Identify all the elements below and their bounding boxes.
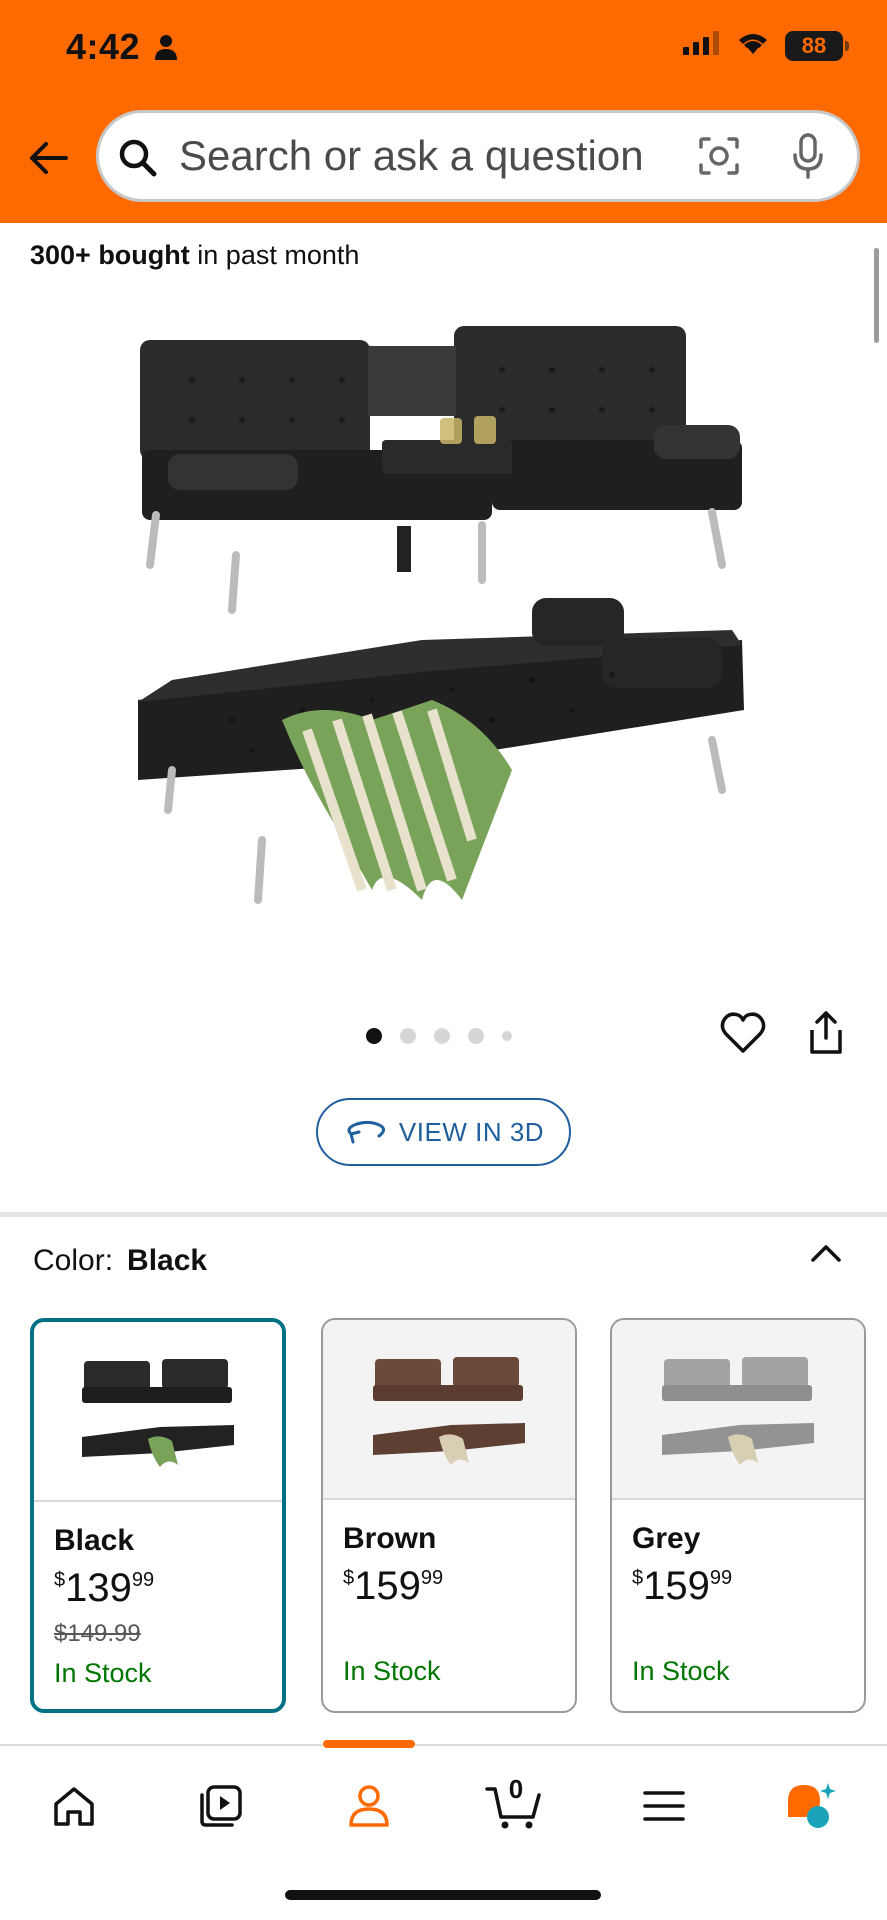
camera-icon[interactable]	[697, 135, 741, 182]
home-icon[interactable]	[44, 1776, 104, 1836]
option-price: $13999	[54, 1568, 282, 1608]
wifi-icon	[735, 30, 771, 61]
price-currency: $	[632, 1567, 644, 1589]
back-arrow-icon	[30, 142, 68, 174]
view-in-3d-label: VIEW IN 3D	[398, 1116, 545, 1147]
color-option-grey[interactable]: Grey $15999 In Stock	[610, 1318, 866, 1713]
option-was-price: $149.99	[54, 1620, 141, 1647]
price-cents: 99	[131, 1569, 155, 1591]
battery-icon: 88	[785, 30, 849, 61]
sofa-bed-illustration	[138, 326, 744, 904]
bought-count-bold: 300+ bought	[30, 240, 190, 270]
price-whole: 139	[65, 1566, 132, 1610]
rufus-icon[interactable]	[780, 1776, 840, 1836]
bought-count-suffix: in past month	[189, 240, 360, 270]
pagination-dot[interactable]	[468, 1028, 484, 1044]
cart-icon[interactable]: 0	[484, 1774, 544, 1836]
scrollbar[interactable]	[874, 248, 879, 343]
option-name: Brown	[343, 1522, 437, 1555]
view-in-3d-button[interactable]: VIEW IN 3D	[316, 1098, 571, 1166]
price-whole: 159	[354, 1564, 421, 1608]
option-stock: In Stock	[343, 1656, 441, 1686]
search-bar[interactable]	[96, 110, 860, 202]
swatch-thumbnail	[34, 1322, 282, 1502]
app-header: 4:42 88	[0, 0, 887, 223]
option-was-price	[632, 1618, 864, 1646]
pagination-dot[interactable]	[366, 1028, 382, 1044]
color-selector-header: Color: Black	[33, 1244, 207, 1278]
section-divider	[0, 1212, 887, 1217]
share-icon[interactable]	[808, 1010, 844, 1061]
search-icon	[117, 137, 159, 184]
price-cents: 99	[709, 1567, 733, 1589]
option-price: $15999	[343, 1566, 575, 1606]
price-whole: 159	[643, 1564, 710, 1608]
option-name: Black	[54, 1524, 135, 1557]
cellular-signal-icon	[683, 31, 721, 60]
active-tab-indicator	[323, 1740, 415, 1748]
search-input[interactable]	[179, 123, 699, 189]
account-icon[interactable]	[339, 1776, 399, 1836]
pagination-dot[interactable]	[400, 1028, 416, 1044]
option-stock: In Stock	[632, 1656, 730, 1686]
color-option-black[interactable]: Black $13999 $149.99 In Stock	[30, 1318, 286, 1713]
rotate-3d-icon	[347, 1120, 385, 1144]
selected-color: Black	[127, 1244, 208, 1277]
status-icons: 88	[683, 30, 849, 61]
chevron-up-icon[interactable]	[808, 1240, 844, 1273]
bought-count-text: 300+ bought in past month	[30, 240, 359, 271]
pagination-dot[interactable]	[434, 1028, 450, 1044]
status-time: 4:42	[66, 26, 141, 67]
swatch-thumbnail	[612, 1320, 864, 1500]
price-currency: $	[343, 1567, 355, 1589]
person-icon	[154, 34, 178, 65]
price-cents: 99	[420, 1567, 444, 1589]
home-indicator[interactable]	[285, 1890, 601, 1900]
option-name: Grey	[632, 1522, 701, 1555]
pagination-dot[interactable]	[502, 1031, 512, 1041]
heart-icon[interactable]	[720, 1012, 766, 1059]
video-icon[interactable]	[191, 1776, 251, 1836]
image-pagination[interactable]	[366, 1028, 512, 1044]
cart-count: 0	[508, 1774, 524, 1804]
product-image[interactable]	[132, 300, 756, 922]
back-button[interactable]	[22, 132, 74, 184]
option-price: $15999	[632, 1566, 864, 1606]
microphone-icon[interactable]	[791, 133, 825, 184]
price-currency: $	[54, 1569, 66, 1591]
option-stock: In Stock	[54, 1658, 152, 1688]
swatch-thumbnail	[323, 1320, 575, 1500]
color-label: Color:	[33, 1244, 114, 1277]
color-option-brown[interactable]: Brown $15999 In Stock	[321, 1318, 577, 1713]
option-was-price	[343, 1618, 575, 1646]
menu-icon[interactable]	[634, 1776, 694, 1836]
